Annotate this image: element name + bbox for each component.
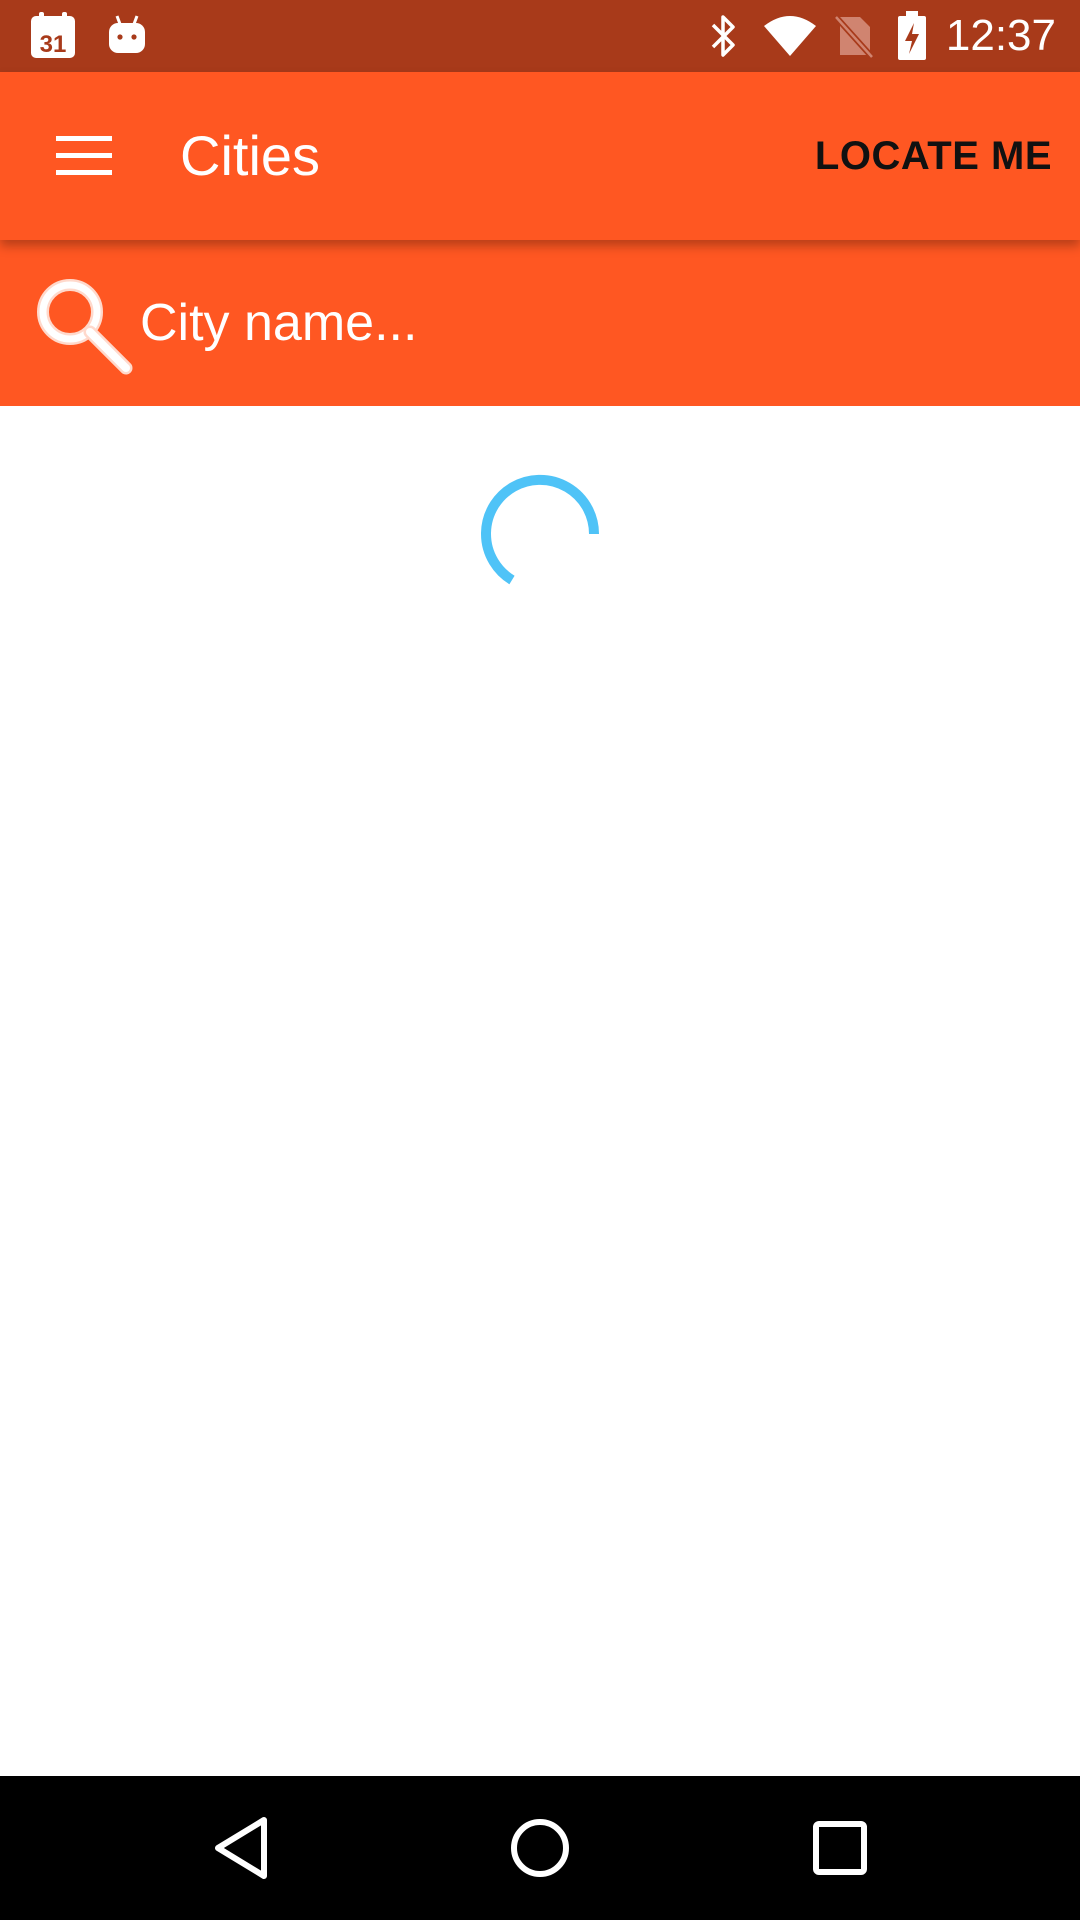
status-clock: 12:37: [945, 11, 1056, 60]
page-title: Cities: [180, 124, 321, 187]
calendar-icon: 31: [26, 0, 80, 72]
content-area: [0, 406, 1080, 1776]
back-icon: [215, 1817, 267, 1879]
loading-spinner: [481, 474, 600, 585]
search-icon: [37, 279, 133, 375]
recents-icon: [813, 1821, 867, 1875]
android-notification-icon: [102, 0, 152, 72]
recents-button[interactable]: [790, 1798, 890, 1898]
menu-button[interactable]: [28, 108, 140, 204]
home-icon: [511, 1819, 569, 1877]
app-bar: Cities LOCATE ME: [0, 72, 1080, 240]
status-bar: 31 12:37: [0, 0, 1080, 72]
home-button[interactable]: [490, 1798, 590, 1898]
bluetooth-icon: [704, 0, 744, 72]
battery-charging-icon: [894, 0, 930, 72]
back-button[interactable]: [192, 1798, 292, 1898]
wifi-icon: [760, 0, 820, 72]
search-bar: [0, 240, 1080, 406]
city-search-input[interactable]: [140, 268, 1040, 378]
calendar-day-text: 31: [40, 31, 67, 58]
locate-me-button[interactable]: LOCATE ME: [811, 120, 1056, 192]
nav-bar: [0, 1776, 1080, 1920]
screen: 31 12:37 Cities LOCATE ME City name...: [0, 0, 1080, 1920]
hamburger-menu-icon: [56, 136, 112, 175]
no-sim-icon: [830, 0, 878, 72]
